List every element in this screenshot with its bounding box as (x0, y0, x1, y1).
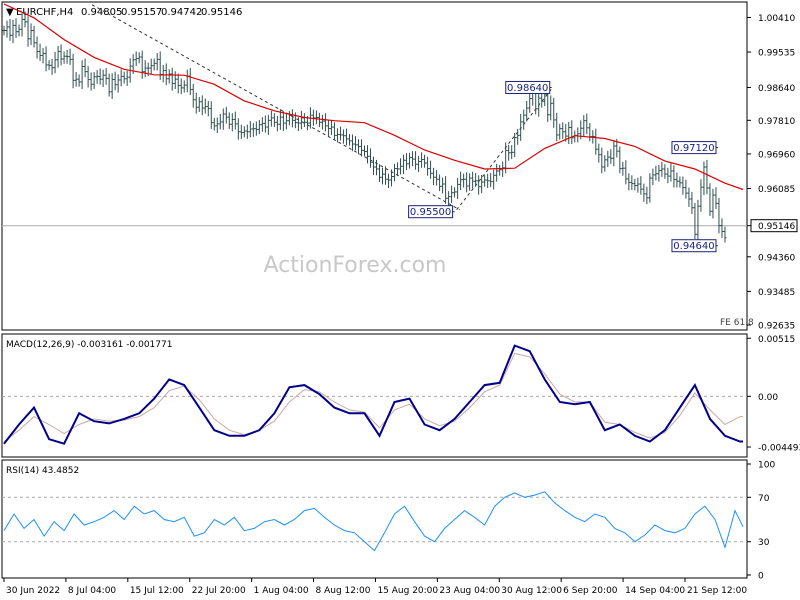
rsi-axis: 100 70 30 0 (747, 461, 775, 582)
rsi-tick-label: 70 (758, 494, 770, 504)
chart-root: ActionForex.com ▼ EURCHF,H4 0.94805 0.95… (0, 0, 800, 600)
annotation-label: 0.97120 (673, 143, 714, 154)
price-tick-label: 0.96085 (758, 185, 795, 195)
x-tick-label: 23 Aug 04:00 (439, 586, 500, 596)
rsi-tick-label: 0 (758, 572, 764, 582)
x-tick-label: 8 Jul 04:00 (68, 586, 117, 596)
x-tick-label: 30 Jun 2022 (6, 586, 60, 596)
rsi-label: RSI(14) 43.4852 (6, 466, 79, 476)
chart-svg: ActionForex.com ▼ EURCHF,H4 0.94805 0.95… (1, 1, 800, 596)
fe-label: FE 61.8 (720, 318, 754, 328)
macd-tick-label: 0.00 (758, 393, 778, 403)
macd-tick-label: -0.004493 (758, 444, 800, 454)
price-tick-label: 0.94360 (758, 253, 795, 263)
watermark: ActionForex.com (264, 253, 447, 278)
ohlc-close: 0.95146 (201, 7, 242, 18)
macd-axis: 0.00515 0.00 -0.004493 (747, 335, 800, 454)
x-tick-label: 14 Sep 04:00 (625, 586, 685, 596)
x-tick-label: 8 Aug 12:00 (316, 586, 371, 596)
annotation-label: 0.98640 (507, 83, 548, 94)
rsi-tick-label: 100 (758, 461, 775, 471)
annotation-label: 0.94640 (673, 241, 714, 252)
price-axis: 1.00410 0.99535 0.98640 0.97810 0.96960 0.960… (747, 14, 798, 332)
rsi-tick-label: 30 (758, 538, 770, 548)
price-tick-label: 0.99535 (758, 49, 795, 59)
macd-label: MACD(12,26,9) -0.003161 -0.001771 (6, 340, 172, 350)
price-tick-label: 0.98640 (758, 84, 795, 94)
x-tick-label: 30 Aug 12:00 (501, 586, 562, 596)
price-pane-frame (1, 1, 748, 331)
x-tick-label: 21 Sep 12:00 (687, 586, 747, 596)
price-tick-label: 0.95146 (758, 222, 795, 232)
x-tick-label: 6 Sep 20:00 (563, 586, 618, 596)
x-tick-label: 15 Jul 12:00 (130, 586, 184, 596)
macd-pane-frame (1, 333, 748, 458)
x-axis: 30 Jun 2022 8 Jul 04:00 15 Jul 12:00 22 Jul… (3, 578, 747, 596)
price-tick-label: 0.93485 (758, 288, 795, 298)
price-tick-label: 0.96960 (758, 150, 795, 160)
price-tick-label: 1.00410 (758, 14, 795, 24)
ohlc-low: 0.94742 (161, 7, 202, 18)
macd-tick-label: 0.00515 (758, 335, 795, 345)
ohlc-high: 0.95157 (121, 7, 162, 18)
x-tick-label: 22 Jul 20:00 (192, 586, 246, 596)
x-tick-label: 15 Aug 20:00 (377, 586, 438, 596)
annotation-label: 0.95500 (410, 207, 451, 218)
ohlc-open: 0.94805 (81, 7, 122, 18)
x-tick-label: 1 Aug 04:00 (254, 586, 309, 596)
price-tick-label: 0.97810 (758, 117, 795, 127)
price-tick-label: 0.92635 (758, 322, 795, 332)
rsi-pane-frame (1, 459, 748, 579)
